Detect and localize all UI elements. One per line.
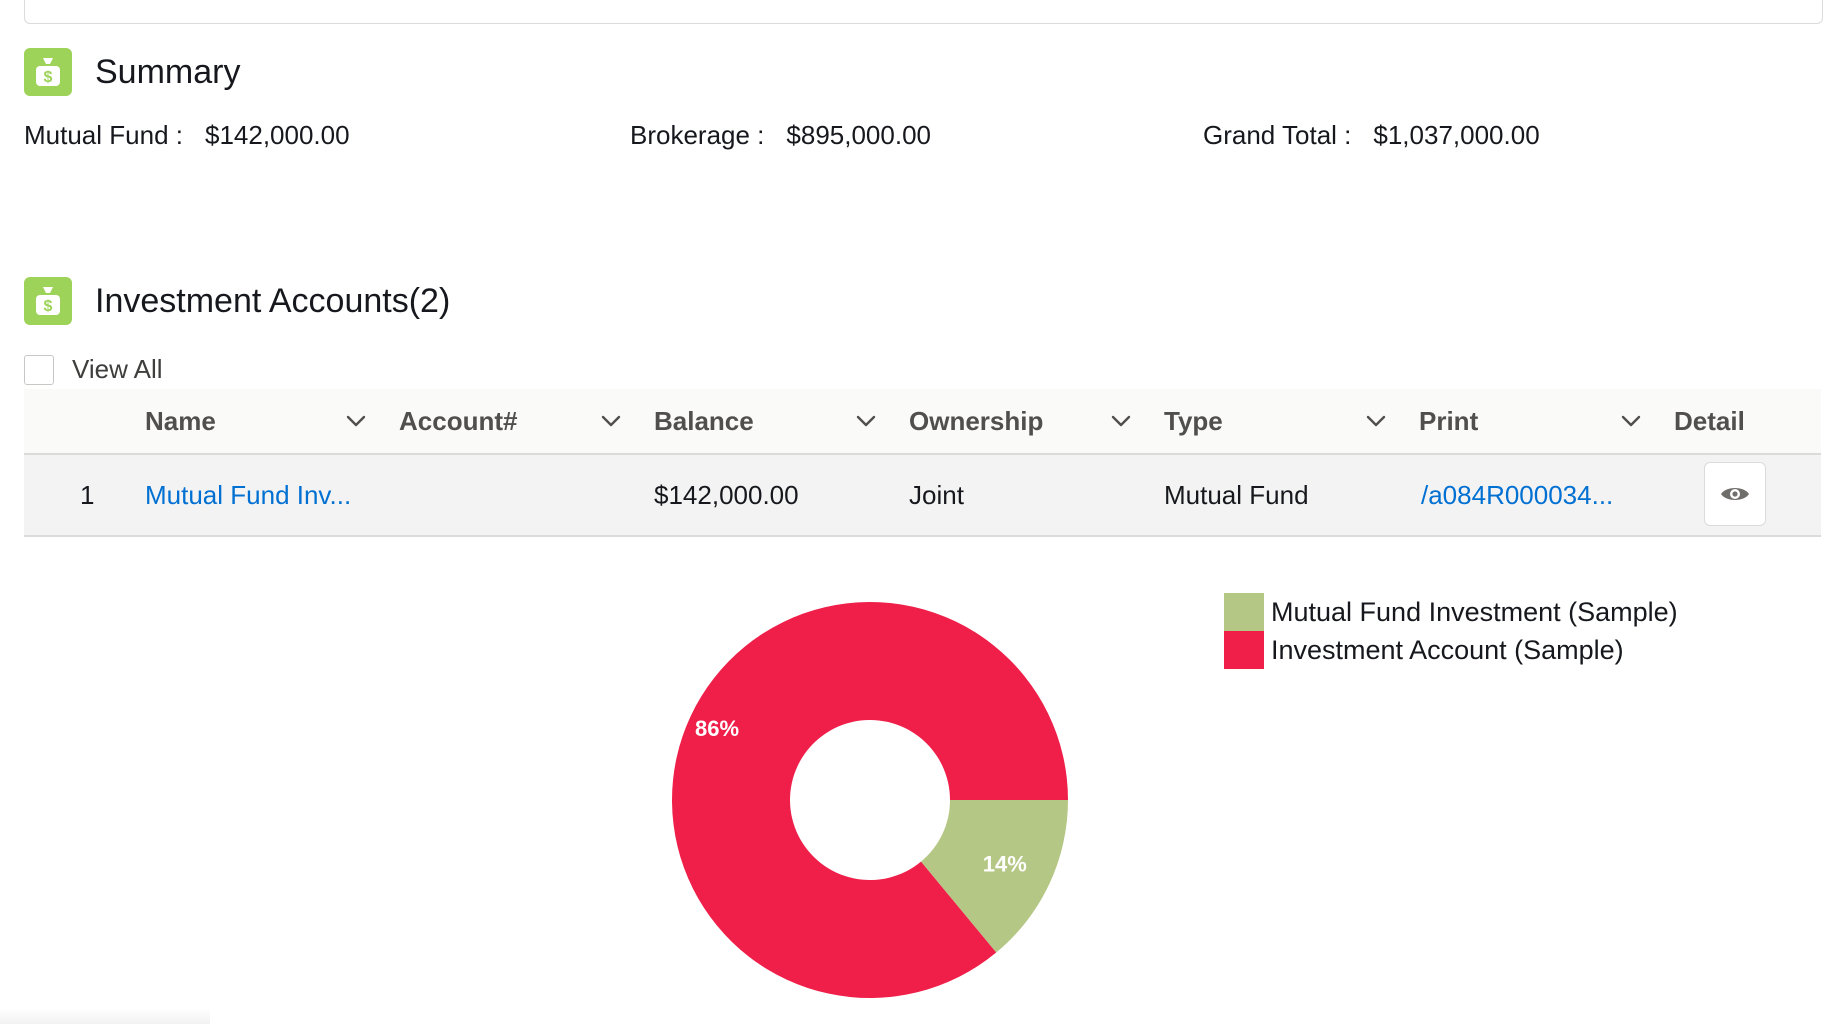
chevron-down-icon[interactable] (1621, 411, 1641, 431)
legend-item: Mutual Fund Investment (Sample) (1224, 593, 1678, 631)
summary-title: Summary (95, 52, 241, 91)
row-print-link[interactable]: /a084R000034... (1421, 455, 1613, 535)
svg-text:$: $ (44, 298, 53, 315)
chevron-down-icon[interactable] (856, 411, 876, 431)
accounts-title: Investment Accounts(2) (95, 281, 451, 320)
summary-grand-total: Grand Total : $1,037,000.00 (1203, 120, 1540, 151)
summary-grand-total-value: $1,037,000.00 (1373, 120, 1540, 150)
donut-chart: 14% 86% (672, 602, 1068, 998)
detail-button[interactable] (1704, 462, 1766, 526)
column-header-balance[interactable]: Balance (654, 389, 754, 453)
legend-item: Investment Account (Sample) (1224, 631, 1678, 669)
summary-mutual-fund-value: $142,000.00 (204, 120, 350, 150)
chevron-down-icon[interactable] (346, 411, 366, 431)
view-all-label: View All (72, 354, 163, 384)
summary-brokerage-value: $895,000.00 (786, 120, 931, 150)
donut-slice-label-0: 14% (983, 851, 1027, 876)
svg-text:$: $ (44, 69, 53, 86)
legend-swatch-investment-account (1224, 631, 1264, 669)
table-header: Name Account# Balance Ownership Type Pri… (24, 389, 1821, 455)
accounts-header: $ Investment Accounts(2) (24, 277, 450, 325)
summary-header: $ Summary (24, 48, 240, 96)
row-name-link[interactable]: Mutual Fund Inv... (145, 455, 351, 535)
table-row: 1 Mutual Fund Inv... $142,000.00 Joint M… (24, 455, 1821, 537)
chevron-down-icon[interactable] (1366, 411, 1386, 431)
column-header-name[interactable]: Name (145, 389, 216, 453)
summary-brokerage-label: Brokerage : (630, 120, 765, 150)
row-balance: $142,000.00 (654, 479, 799, 510)
chevron-down-icon[interactable] (1111, 411, 1131, 431)
view-all-toggle[interactable]: View All (24, 354, 163, 385)
chart-legend: Mutual Fund Investment (Sample) Investme… (1224, 593, 1678, 669)
chevron-down-icon[interactable] (601, 411, 621, 431)
accounts-table: Name Account# Balance Ownership Type Pri… (24, 389, 1821, 537)
bottom-shadow (0, 1008, 210, 1024)
legend-swatch-mutual-fund (1224, 593, 1264, 631)
money-bag-icon: $ (24, 277, 72, 325)
money-bag-icon: $ (24, 48, 72, 96)
column-header-account[interactable]: Account# (399, 389, 517, 453)
summary-brokerage: Brokerage : $895,000.00 (630, 120, 931, 151)
column-header-type[interactable]: Type (1164, 389, 1223, 453)
summary-mutual-fund: Mutual Fund : $142,000.00 (24, 120, 350, 151)
summary-mutual-fund-label: Mutual Fund : (24, 120, 183, 150)
column-header-detail[interactable]: Detail (1674, 389, 1745, 453)
row-ownership: Joint (909, 479, 964, 510)
eye-icon (1721, 488, 1749, 500)
column-header-print[interactable]: Print (1419, 389, 1478, 453)
view-all-checkbox[interactable] (24, 354, 54, 385)
legend-label-investment-account: Investment Account (Sample) (1271, 634, 1624, 665)
top-card (24, 0, 1823, 24)
summary-grand-total-label: Grand Total : (1203, 120, 1352, 150)
column-header-ownership[interactable]: Ownership (909, 389, 1043, 453)
donut-slice-label-1: 86% (695, 716, 739, 741)
row-type: Mutual Fund (1164, 479, 1309, 510)
legend-label-mutual-fund: Mutual Fund Investment (Sample) (1271, 596, 1678, 627)
row-number: 1 (80, 479, 95, 510)
